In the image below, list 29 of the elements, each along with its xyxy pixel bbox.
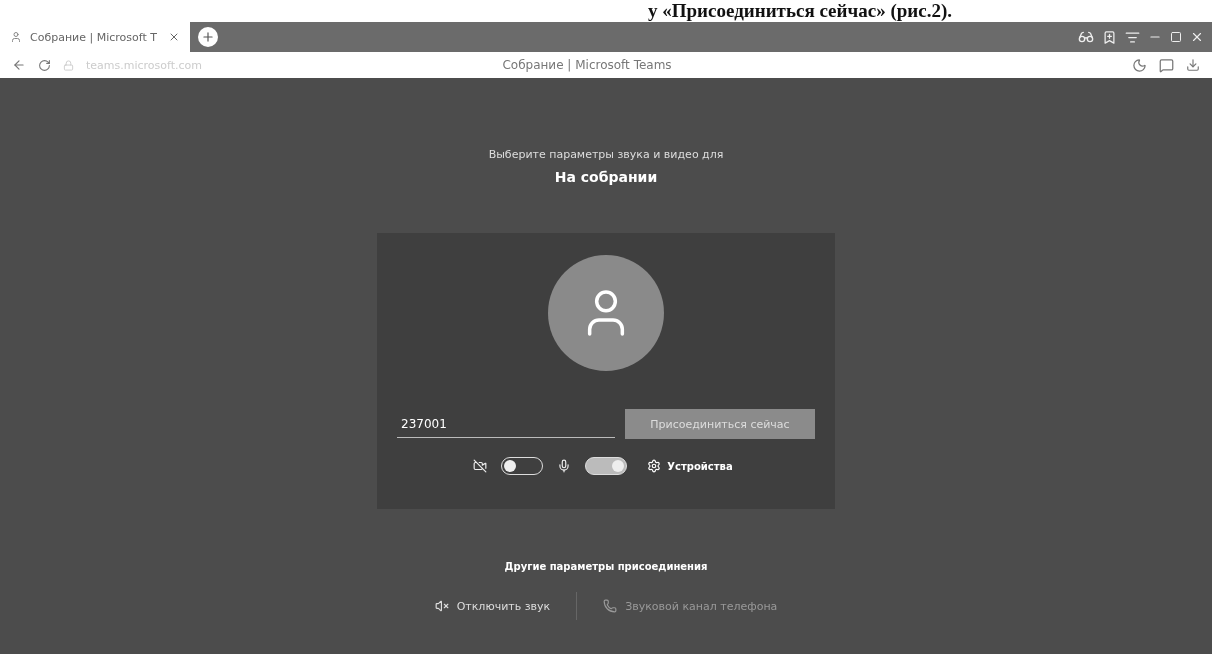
microphone-icon: [557, 459, 572, 473]
close-icon[interactable]: [168, 31, 180, 43]
new-tab-button[interactable]: [198, 27, 218, 47]
reload-icon[interactable]: [38, 58, 51, 72]
settings-icon: [647, 459, 662, 473]
subtitle: Выберите параметры звука и видео для: [488, 148, 724, 161]
moon-icon[interactable]: [1132, 57, 1147, 73]
document-text: у «Присоединиться сейчас» (рис.2).: [648, 0, 952, 22]
name-field[interactable]: 237001: [397, 410, 615, 438]
speaker-off-icon: [434, 599, 449, 613]
maximize-icon[interactable]: [1170, 31, 1182, 43]
devices-button[interactable]: Устройства: [641, 458, 739, 474]
app-icon: [10, 31, 22, 43]
download-icon[interactable]: [1186, 58, 1200, 72]
toggle-switch[interactable]: [585, 457, 628, 475]
glasses-icon[interactable]: [1078, 29, 1094, 45]
back-icon[interactable]: [12, 58, 26, 72]
page-title: Собрание | Microsoft Teams: [502, 58, 672, 72]
section-heading: Другие параметры присоединения: [504, 561, 708, 572]
meeting-title: На собрании: [554, 169, 658, 185]
chat-icon[interactable]: [1159, 57, 1174, 73]
close-icon[interactable]: [1190, 30, 1204, 44]
video-off-icon: [473, 459, 488, 473]
menu-icon[interactable]: [1125, 29, 1140, 45]
lock-icon: [63, 59, 74, 71]
bookmark-icon[interactable]: [1102, 29, 1117, 45]
plus-icon: [201, 30, 215, 44]
join-option-button[interactable]: Отключить звук: [408, 593, 577, 619]
phone-icon: [603, 599, 618, 613]
